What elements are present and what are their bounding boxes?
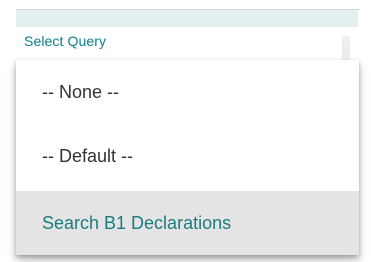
dropdown-option-default[interactable]: -- Default --: [16, 124, 359, 188]
option-label: -- Default --: [42, 145, 134, 166]
screen: Select Query -- None -- -- Default -- Se…: [0, 0, 371, 262]
select-query-label: Select Query: [24, 33, 107, 49]
option-label: -- None --: [42, 81, 120, 102]
field-header-strip: [16, 10, 358, 27]
dropdown-option-search-b1-declarations[interactable]: Search B1 Declarations: [16, 191, 359, 255]
select-query-dropdown: -- None -- -- Default -- Search B1 Decla…: [16, 60, 359, 255]
dropdown-option-none[interactable]: -- None --: [16, 60, 359, 124]
option-label: Search B1 Declarations: [42, 212, 232, 233]
